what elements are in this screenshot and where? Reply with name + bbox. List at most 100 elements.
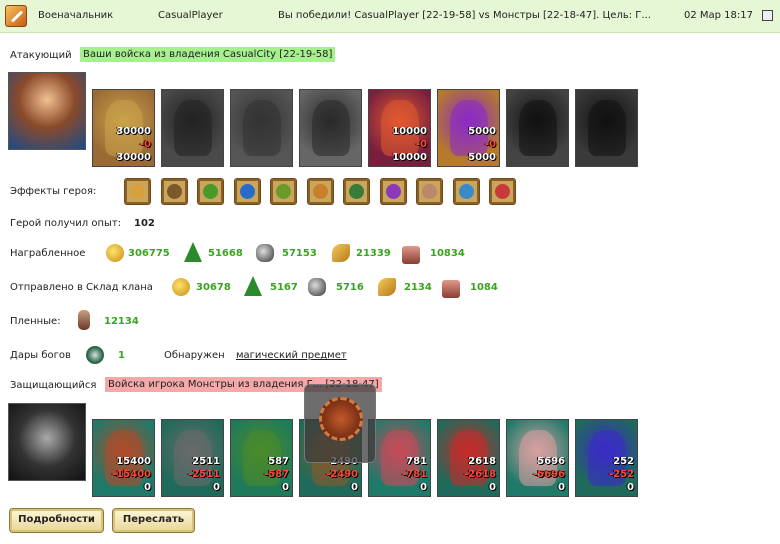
effect-glyph-icon (203, 184, 218, 199)
hero-effect-icon-3[interactable] (197, 178, 224, 205)
effects-label: Эффекты героя: (10, 186, 97, 197)
header-title: Военачальник (38, 10, 114, 21)
gold-icon (106, 244, 124, 262)
defender-unit-count-2: -2490 (326, 469, 358, 480)
hero-effect-icon-7[interactable] (343, 178, 370, 205)
forward-button[interactable]: Переслать (112, 508, 195, 533)
defender-unit-5[interactable]: 781 -781 0 (368, 419, 431, 497)
clan-gold: 30678 (196, 282, 231, 293)
attacker-unit-3[interactable] (230, 89, 293, 167)
reward-wood: 51668 (208, 248, 243, 259)
attacker-hero-portrait[interactable] (8, 72, 86, 150)
stone-icon (402, 246, 420, 264)
defender-unit-count-2: -5696 (533, 469, 565, 480)
defender-unit-3[interactable]: 587 -587 0 (230, 419, 293, 497)
attacker-unit-figure (243, 100, 281, 156)
attacker-unit-5[interactable]: 10000 -0 10000 (368, 89, 431, 167)
defender-unit-1[interactable]: 15400 -15400 0 (92, 419, 155, 497)
hero-effect-icon-6[interactable] (306, 178, 334, 205)
magic-item-link[interactable]: магический предмет (236, 350, 347, 361)
header-message: Вы победили! CasualPlayer [22-19-58] vs … (278, 10, 651, 21)
effect-glyph-icon (166, 184, 182, 199)
grain-icon (378, 278, 396, 296)
attacker-tag: Ваши войска из владения CasualCity [22-1… (80, 47, 336, 62)
attacker-unit-8[interactable] (575, 89, 638, 167)
defender-unit-count-3: 0 (351, 482, 358, 493)
attacker-unit-count-3: 10000 (392, 152, 427, 163)
attacker-unit-figure (174, 100, 212, 156)
defender-label: Защищающийся (10, 380, 97, 391)
attacker-unit-figure (588, 100, 626, 156)
defender-unit-count-2: -587 (263, 469, 289, 480)
attacker-unit-2[interactable] (161, 89, 224, 167)
defender-unit-count-3: 0 (558, 482, 565, 493)
hero-effect-icon-9[interactable] (416, 178, 443, 205)
gold-icon (172, 278, 190, 296)
attacker-unit-count-2: -0 (415, 139, 427, 150)
hero-effect-icon-11[interactable] (489, 178, 516, 205)
defender-unit-8[interactable]: 252 -252 0 (575, 419, 638, 497)
defender-unit-count-3: 0 (420, 482, 427, 493)
effect-glyph-icon (385, 184, 401, 199)
grain-icon (332, 244, 350, 262)
defender-unit-count-3: 0 (213, 482, 220, 493)
gift-rune-icon (86, 346, 104, 364)
defender-unit-count-2: -781 (401, 469, 427, 480)
attacker-label: Атакующий (10, 50, 72, 61)
select-checkbox[interactable] (762, 10, 773, 21)
details-button[interactable]: Подробности (9, 508, 104, 533)
found-label: Обнаружен (164, 350, 225, 361)
hero-effect-icon-2[interactable] (160, 178, 188, 205)
defender-unit-count-1: 15400 (116, 456, 151, 467)
defender-unit-2[interactable]: 2511 -2511 0 (161, 419, 224, 497)
effect-glyph-icon (422, 184, 437, 199)
hero-effect-icon-5[interactable] (270, 178, 297, 205)
attacker-unit-6[interactable]: 5000 -0 5000 (437, 89, 500, 167)
defender-hero-portrait[interactable] (8, 403, 86, 481)
defender-unit-7[interactable]: 5696 -5696 0 (506, 419, 569, 497)
attacker-unit-figure (519, 100, 557, 156)
defender-unit-count-1: 587 (268, 456, 289, 467)
message-header: Военачальник CasualPlayer Вы победили! C… (0, 0, 780, 33)
attacker-unit-count-1: 10000 (392, 126, 427, 137)
battle-swords-icon (5, 5, 27, 27)
defender-unit-6[interactable]: 2618 -2618 0 (437, 419, 500, 497)
header-date: 02 Мар 18:17 (684, 10, 754, 21)
header-player[interactable]: CasualPlayer (158, 10, 223, 21)
ore-icon (308, 278, 326, 296)
clan-ore: 5716 (336, 282, 364, 293)
reward-gold: 306775 (128, 248, 170, 259)
wood-icon (244, 276, 262, 296)
defender-unit-count-3: 0 (282, 482, 289, 493)
defender-unit-count-1: 2618 (468, 456, 496, 467)
attacker-unit-7[interactable] (506, 89, 569, 167)
attacker-unit-count-3: 30000 (116, 152, 151, 163)
attacker-unit-count-3: 5000 (468, 152, 496, 163)
prisoners-label: Пленные: (10, 316, 61, 327)
hero-effect-icon-4[interactable] (233, 178, 261, 205)
attacker-unit-4[interactable] (299, 89, 362, 167)
reward-stone: 10834 (430, 248, 465, 259)
hero-effect-icon-1[interactable] (124, 178, 151, 205)
effect-glyph-icon (458, 184, 474, 199)
defender-unit-count-1: 5696 (537, 456, 565, 467)
reward-grain: 21339 (356, 248, 391, 259)
hero-effect-icon-8[interactable] (379, 178, 407, 205)
effect-glyph-icon (349, 184, 364, 199)
item-tooltip-popup (304, 384, 376, 463)
defender-unit-count-1: 2511 (192, 456, 220, 467)
attacker-unit-1[interactable]: 30000 -0 30000 (92, 89, 155, 167)
defender-unit-count-1: 781 (406, 456, 427, 467)
clan-wood: 5167 (270, 282, 298, 293)
clan-label: Отправлено в Склад клана (10, 282, 153, 293)
ore-icon (256, 244, 274, 262)
attacker-unit-count-1: 30000 (116, 126, 151, 137)
effect-glyph-icon (495, 184, 510, 199)
hero-effect-icon-10[interactable] (452, 178, 480, 205)
attacker-unit-count-2: -0 (484, 139, 496, 150)
defender-unit-count-3: 0 (627, 482, 634, 493)
clan-grain: 2134 (404, 282, 432, 293)
attacker-unit-figure (312, 100, 350, 156)
reward-label: Награбленное (10, 248, 86, 259)
gifts-value: 1 (118, 350, 125, 361)
